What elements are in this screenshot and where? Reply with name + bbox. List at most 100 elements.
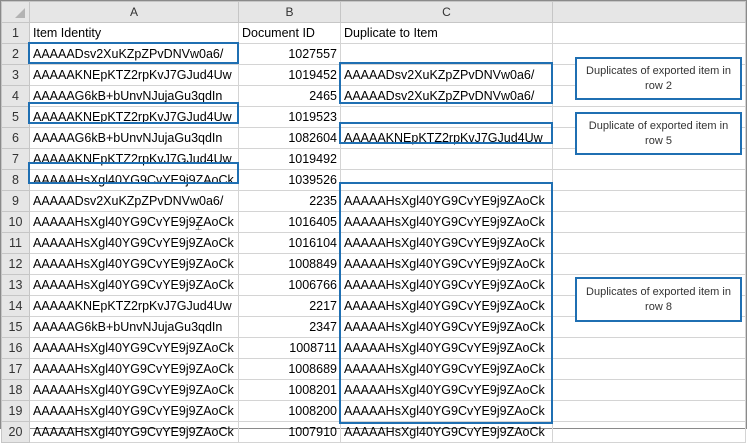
cell-document-id[interactable]: 2235 (238, 190, 341, 212)
row-header[interactable]: 19 (1, 400, 30, 422)
cell-document-id[interactable]: 1016104 (238, 232, 341, 254)
cell-duplicate-to-item[interactable]: AAAAAKNEpKTZ2rpKvJ7GJud4Uw (340, 127, 553, 149)
cell-empty[interactable] (552, 358, 746, 380)
cell-document-id[interactable]: 1008849 (238, 253, 341, 275)
cell-item-identity[interactable]: AAAAAHsXgl40YG9CvYE9j9ZAoCk (29, 169, 239, 191)
cell-empty[interactable] (552, 232, 746, 254)
cell-empty[interactable] (552, 253, 746, 275)
column-header-a[interactable]: A (29, 1, 239, 23)
cell-item-identity[interactable]: Item Identity (29, 22, 239, 44)
row-header[interactable]: 15 (1, 316, 30, 338)
row-header[interactable]: 18 (1, 379, 30, 401)
table-row: 10 AAAAAHsXgl40YG9CvYE9j9ZAoCk 1016405 AAAA… (1, 211, 746, 233)
cell-document-id[interactable]: 2347 (238, 316, 341, 338)
cell-duplicate-to-item[interactable]: AAAAAHsXgl40YG9CvYE9j9ZAoCk (340, 358, 553, 380)
cell-document-id[interactable]: 1007910 (238, 421, 341, 443)
column-header-c[interactable]: C (340, 1, 553, 23)
cell-empty[interactable] (552, 211, 746, 233)
cell-item-identity[interactable]: AAAAAG6kB+bUnvNJujaGu3qdIn (29, 85, 239, 107)
column-header-b[interactable]: B (238, 1, 341, 23)
cell-item-identity[interactable]: AAAAAHsXgl40YG9CvYE9j9ZAoCk (29, 421, 239, 443)
cell-document-id[interactable]: 1039526 (238, 169, 341, 191)
callout-row-5: Duplicate of exported item in row 5 (575, 112, 742, 155)
cell-document-id[interactable]: 1008201 (238, 379, 341, 401)
cell-item-identity[interactable]: AAAAAHsXgl40YG9CvYE9j9ZAoCk (29, 211, 239, 233)
cell-duplicate-to-item[interactable]: AAAAADsv2XuKZpZPvDNVw0a6/ (340, 64, 553, 86)
cell-item-identity[interactable]: AAAAAG6kB+bUnvNJujaGu3qdIn (29, 127, 239, 149)
row-header[interactable]: 7 (1, 148, 30, 170)
row-header[interactable]: 5 (1, 106, 30, 128)
row-header[interactable]: 1 (1, 22, 30, 44)
cell-document-id[interactable]: 1016405 (238, 211, 341, 233)
cell-duplicate-to-item[interactable]: AAAAAHsXgl40YG9CvYE9j9ZAoCk (340, 232, 553, 254)
cell-item-identity[interactable]: AAAAAHsXgl40YG9CvYE9j9ZAoCk (29, 400, 239, 422)
cell-document-id[interactable]: 1019523 (238, 106, 341, 128)
row-header[interactable]: 4 (1, 85, 30, 107)
cell-duplicate-to-item[interactable]: AAAAAHsXgl40YG9CvYE9j9ZAoCk (340, 211, 553, 233)
cell-duplicate-to-item[interactable] (340, 106, 553, 128)
callout-row-2-text: Duplicates of exported item in row 2 (586, 64, 731, 92)
cell-duplicate-to-item[interactable] (340, 169, 553, 191)
cell-item-identity[interactable]: AAAAAKNEpKTZ2rpKvJ7GJud4Uw (29, 295, 239, 317)
cell-empty[interactable] (552, 22, 746, 44)
cell-duplicate-to-item[interactable] (340, 148, 553, 170)
table-row: 9 AAAAADsv2XuKZpZPvDNVw0a6/2235 AAAAAHsXgl… (1, 190, 746, 212)
cell-item-identity[interactable]: AAAAADsv2XuKZpZPvDNVw0a6/ (29, 43, 239, 65)
row-header[interactable]: 16 (1, 337, 30, 359)
cell-item-identity[interactable]: AAAAAG6kB+bUnvNJujaGu3qdIn (29, 316, 239, 338)
cell-document-id[interactable]: 1008200 (238, 400, 341, 422)
cell-document-id[interactable]: 1006766 (238, 274, 341, 296)
row-header[interactable]: 3 (1, 64, 30, 86)
cell-empty[interactable] (552, 400, 746, 422)
cell-duplicate-to-item[interactable]: AAAAAHsXgl40YG9CvYE9j9ZAoCk (340, 400, 553, 422)
cell-document-id[interactable]: 1027557 (238, 43, 341, 65)
row-header[interactable]: 17 (1, 358, 30, 380)
cell-duplicate-to-item[interactable]: AAAAAHsXgl40YG9CvYE9j9ZAoCk (340, 253, 553, 275)
row-header[interactable]: 2 (1, 43, 30, 65)
row-header[interactable]: 12 (1, 253, 30, 275)
cell-item-identity[interactable]: AAAAAKNEpKTZ2rpKvJ7GJud4Uw (29, 64, 239, 86)
cell-item-identity[interactable]: AAAAAHsXgl40YG9CvYE9j9ZAoCk (29, 274, 239, 296)
cell-document-id[interactable]: 1008711 (238, 337, 341, 359)
cell-document-id[interactable]: 2217 (238, 295, 341, 317)
row-header[interactable]: 8 (1, 169, 30, 191)
cell-duplicate-to-item[interactable]: AAAAAHsXgl40YG9CvYE9j9ZAoCk (340, 421, 553, 443)
cell-duplicate-to-item[interactable]: Duplicate to Item (340, 22, 553, 44)
cell-duplicate-to-item[interactable]: AAAAAHsXgl40YG9CvYE9j9ZAoCk (340, 316, 553, 338)
row-header[interactable]: 9 (1, 190, 30, 212)
column-header-blank[interactable] (552, 1, 746, 23)
cell-duplicate-to-item[interactable]: AAAAAHsXgl40YG9CvYE9j9ZAoCk (340, 295, 553, 317)
cell-item-identity[interactable]: AAAAAHsXgl40YG9CvYE9j9ZAoCk (29, 232, 239, 254)
cell-duplicate-to-item[interactable] (340, 43, 553, 65)
cell-empty[interactable] (552, 190, 746, 212)
cell-duplicate-to-item[interactable]: AAAAAHsXgl40YG9CvYE9j9ZAoCk (340, 337, 553, 359)
cell-empty[interactable] (552, 169, 746, 191)
cell-item-identity[interactable]: AAAAAHsXgl40YG9CvYE9j9ZAoCk (29, 337, 239, 359)
cell-item-identity[interactable]: AAAAADsv2XuKZpZPvDNVw0a6/ (29, 190, 239, 212)
cell-document-id[interactable]: Document ID (238, 22, 341, 44)
cell-item-identity[interactable]: AAAAAHsXgl40YG9CvYE9j9ZAoCk (29, 253, 239, 275)
cell-document-id[interactable]: 1019492 (238, 148, 341, 170)
cell-duplicate-to-item[interactable]: AAAAAHsXgl40YG9CvYE9j9ZAoCk (340, 379, 553, 401)
cell-empty[interactable] (552, 421, 746, 443)
row-header[interactable]: 14 (1, 295, 30, 317)
cell-duplicate-to-item[interactable]: AAAAADsv2XuKZpZPvDNVw0a6/ (340, 85, 553, 107)
select-all-triangle-icon[interactable] (15, 8, 25, 18)
cell-empty[interactable] (552, 379, 746, 401)
cell-item-identity[interactable]: AAAAAHsXgl40YG9CvYE9j9ZAoCk (29, 379, 239, 401)
cell-empty[interactable] (552, 337, 746, 359)
cell-document-id[interactable]: 1008689 (238, 358, 341, 380)
cell-item-identity[interactable]: AAAAAKNEpKTZ2rpKvJ7GJud4Uw (29, 148, 239, 170)
cell-duplicate-to-item[interactable]: AAAAAHsXgl40YG9CvYE9j9ZAoCk (340, 274, 553, 296)
row-header[interactable]: 11 (1, 232, 30, 254)
row-header[interactable]: 13 (1, 274, 30, 296)
row-header[interactable]: 20 (1, 421, 30, 443)
row-header[interactable]: 10 (1, 211, 30, 233)
cell-document-id[interactable]: 1082604 (238, 127, 341, 149)
cell-duplicate-to-item[interactable]: AAAAAHsXgl40YG9CvYE9j9ZAoCk (340, 190, 553, 212)
row-header[interactable]: 6 (1, 127, 30, 149)
cell-item-identity[interactable]: AAAAAKNEpKTZ2rpKvJ7GJud4Uw (29, 106, 239, 128)
cell-item-identity[interactable]: AAAAAHsXgl40YG9CvYE9j9ZAoCk (29, 358, 239, 380)
cell-document-id[interactable]: 2465 (238, 85, 341, 107)
cell-document-id[interactable]: 1019452 (238, 64, 341, 86)
